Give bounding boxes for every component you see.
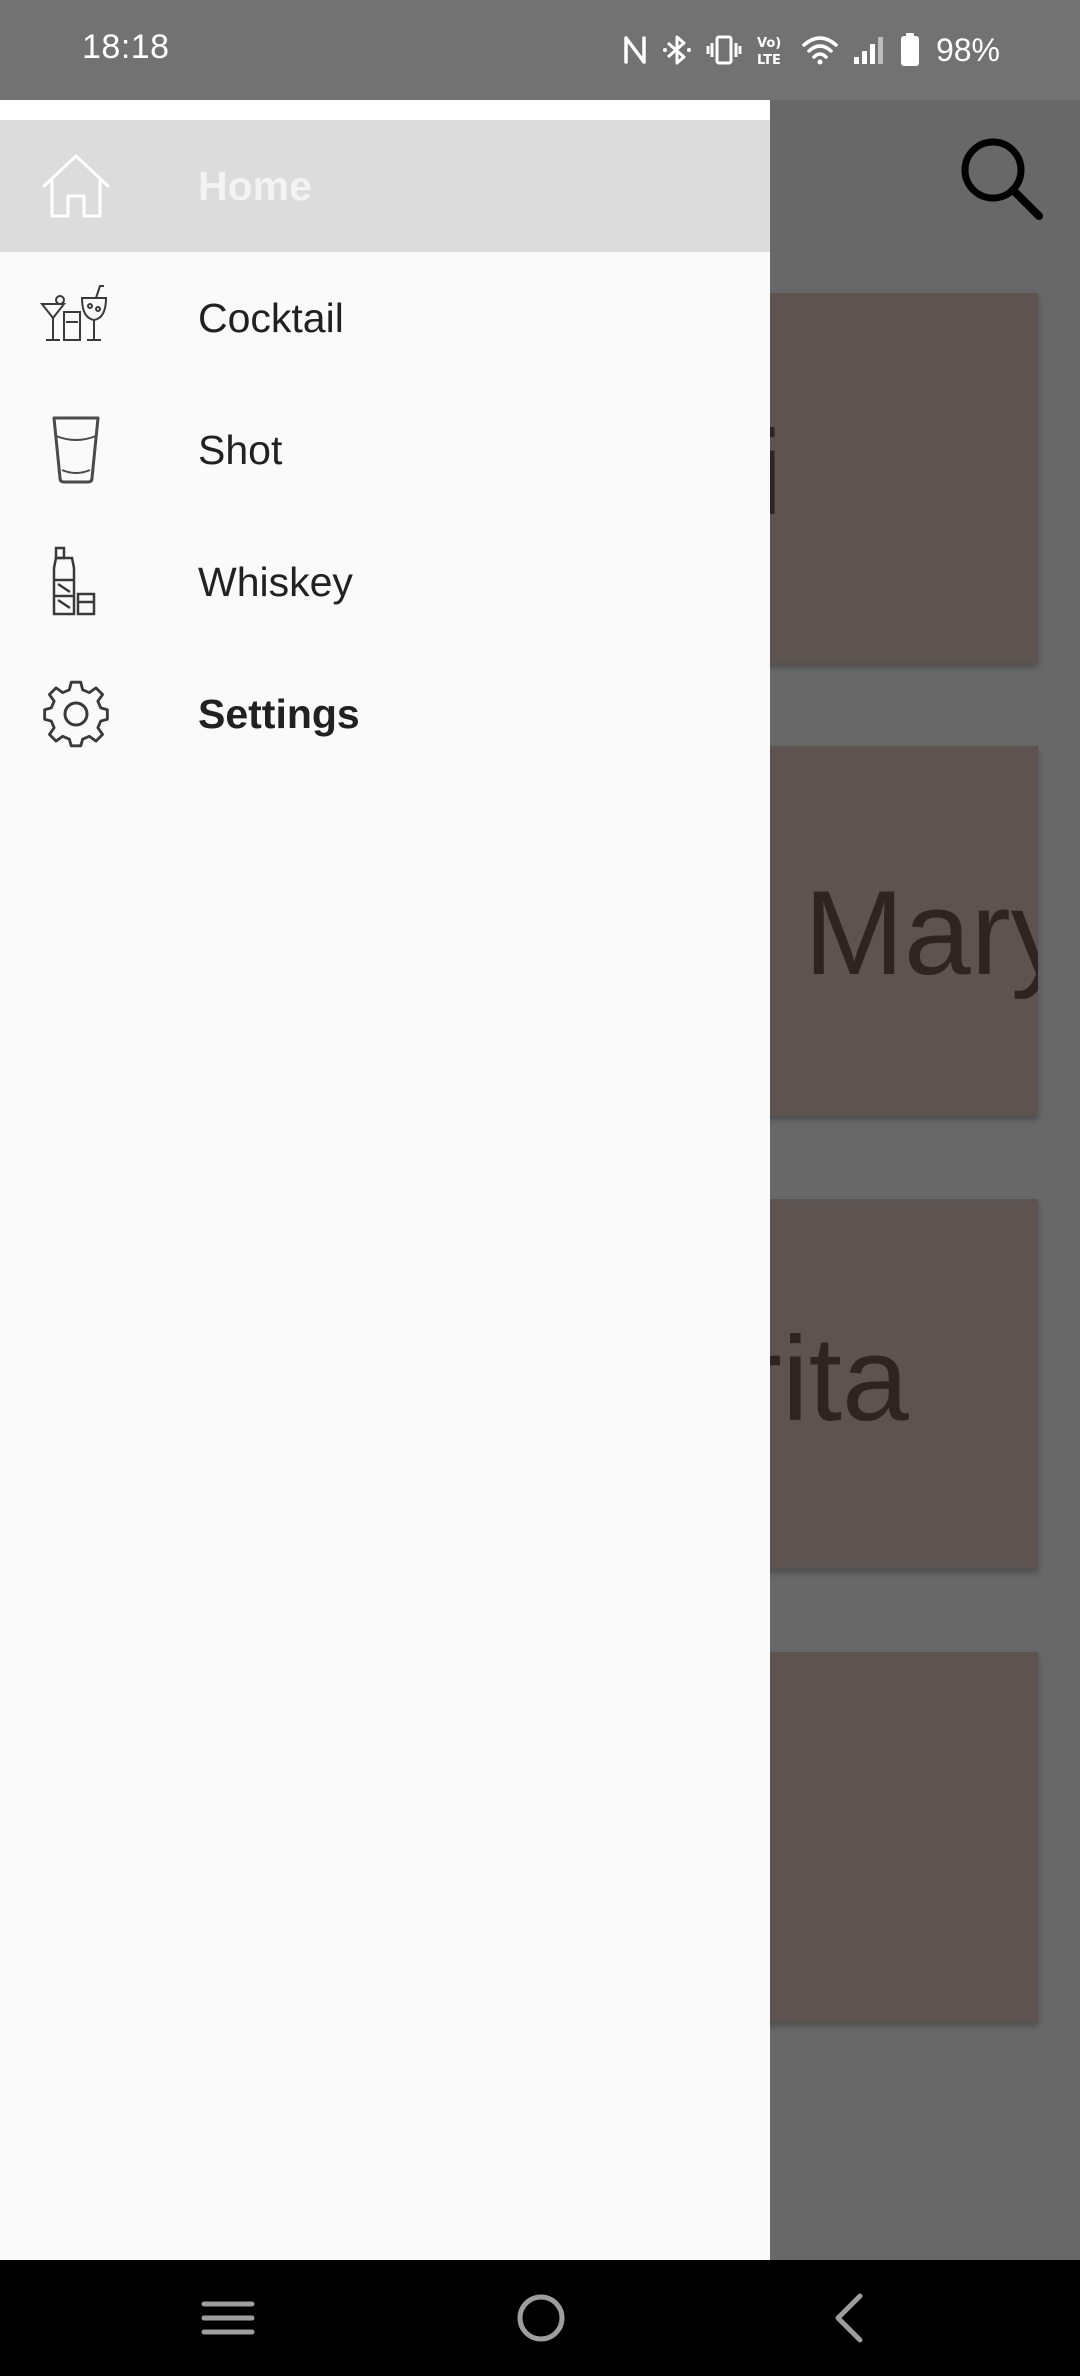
nav-item-label: Settings (198, 691, 360, 737)
home-circle-icon[interactable] (511, 2288, 571, 2348)
navigation-drawer: Home Cocktail Shot Whiskey Settings (0, 100, 770, 2260)
nav-item-settings[interactable]: Settings (0, 648, 770, 780)
battery-percentage: 98% (935, 31, 1000, 68)
svg-text:Vo): Vo) (757, 36, 781, 51)
system-navigation-bar (0, 2260, 1080, 2376)
cocktail-icon (39, 285, 108, 341)
nav-item-label: Cocktail (198, 295, 344, 341)
status-time: 18:18 (82, 28, 170, 66)
whiskey-icon (52, 546, 96, 616)
status-icons: Vo) LTE 98% (622, 28, 1000, 72)
search-icon[interactable] (955, 132, 1045, 222)
nav-item-label: Shot (198, 427, 283, 473)
drawer-header-strip (0, 100, 770, 120)
volte-icon: Vo) LTE (757, 36, 781, 67)
nfc-icon (624, 36, 646, 64)
nav-item-home[interactable]: Home (0, 120, 770, 252)
shot-glass-icon (52, 416, 100, 484)
vibrate-icon (706, 35, 742, 65)
nav-item-cocktail[interactable]: Cocktail (0, 252, 770, 384)
wifi-icon (802, 36, 838, 65)
back-icon[interactable] (820, 2288, 880, 2348)
svg-text:LTE: LTE (757, 53, 781, 67)
nav-item-label: Whiskey (198, 559, 353, 605)
drink-card-title: Mary (804, 866, 1038, 1000)
home-icon (42, 154, 110, 218)
screen: 18:18 Vo) LTE 98% Mar rita Home Cocktail… (0, 0, 1080, 2376)
nav-item-label: Home (198, 163, 312, 209)
signal-icon (853, 37, 883, 64)
nav-item-shot[interactable]: Shot (0, 384, 770, 516)
recents-icon[interactable] (198, 2288, 258, 2348)
status-bar: 18:18 Vo) LTE 98% (0, 0, 1080, 100)
battery-icon (900, 33, 919, 66)
gear-icon (43, 680, 109, 748)
nav-item-whiskey[interactable]: Whiskey (0, 516, 770, 648)
bluetooth-icon (662, 35, 691, 65)
